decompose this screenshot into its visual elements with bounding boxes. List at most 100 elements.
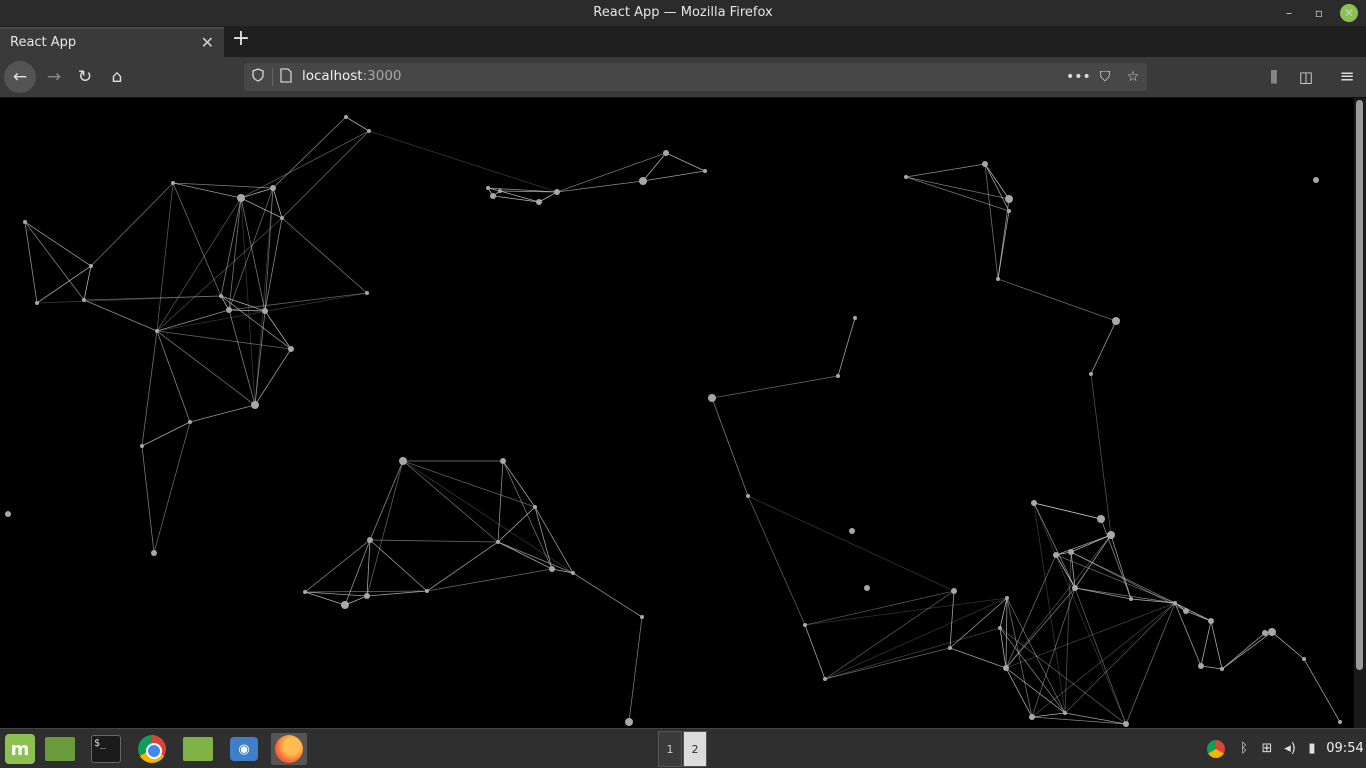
network-edge — [156, 217, 283, 332]
network-edge — [83, 265, 92, 301]
network-node — [486, 186, 490, 190]
network-node — [140, 444, 144, 448]
firefox-window-button[interactable] — [271, 733, 307, 765]
network-node — [1183, 608, 1189, 614]
network-node — [500, 458, 506, 464]
screenshot-launcher[interactable]: ◉ — [226, 733, 262, 765]
url-host: localhost — [302, 68, 363, 84]
forward-button[interactable]: → — [38, 61, 70, 93]
url-separator — [272, 68, 273, 86]
network-edge — [747, 495, 955, 592]
window-titlebar: React App — Mozilla Firefox – ▫ ✕ — [0, 0, 1366, 26]
desktop-icon — [45, 737, 75, 761]
network-node — [188, 420, 192, 424]
network-node — [1208, 618, 1214, 624]
show-desktop-button[interactable] — [42, 733, 78, 765]
pocket-icon[interactable]: ⛉ — [1094, 66, 1116, 88]
network-edge — [999, 627, 1007, 669]
network-edge — [36, 265, 92, 304]
chrome-icon — [138, 735, 166, 763]
battery-icon[interactable]: ▮ — [1303, 739, 1321, 759]
workspace-2-button[interactable]: 2 — [683, 731, 707, 767]
tab-react-app[interactable]: React App ✕ — [0, 27, 224, 57]
network-edge — [949, 647, 1007, 669]
network-edge — [141, 421, 191, 447]
taskbar: m $_ ◉ 1 2 ᛒ ⊞ ◂) ▮ 09:54 — [0, 728, 1366, 768]
network-node — [1097, 515, 1105, 523]
network-node — [1313, 177, 1319, 183]
back-button[interactable]: ← — [4, 61, 36, 93]
network-node — [364, 593, 370, 599]
network-node — [1072, 585, 1078, 591]
mint-menu-button[interactable]: m — [2, 733, 38, 765]
network-node — [1107, 531, 1115, 539]
home-button[interactable]: ⌂ — [101, 61, 133, 93]
reload-button[interactable]: ↻ — [69, 61, 101, 93]
network-edge — [153, 421, 191, 554]
vertical-scrollbar[interactable] — [1354, 98, 1366, 728]
new-tab-button[interactable]: + — [230, 28, 252, 52]
network-edge — [369, 539, 499, 543]
tab-label: React App — [10, 35, 77, 50]
minimize-button[interactable]: – — [1280, 4, 1298, 22]
page-actions-icon[interactable]: ••• — [1066, 66, 1091, 88]
network-node — [425, 589, 429, 593]
network-edge — [642, 170, 706, 182]
network-node — [219, 294, 223, 298]
bookmark-star-icon[interactable]: ☆ — [1122, 66, 1144, 88]
network-edge — [304, 590, 428, 593]
network-node — [496, 540, 500, 544]
hamburger-menu-icon[interactable]: ≡ — [1335, 65, 1359, 89]
network-node — [1262, 630, 1268, 636]
network-edge — [999, 597, 1008, 629]
network-edge — [281, 130, 370, 219]
network-edge — [240, 130, 370, 199]
page-info-icon[interactable] — [280, 68, 294, 85]
volume-icon[interactable]: ◂) — [1280, 739, 1300, 759]
network-edge — [1200, 665, 1223, 670]
bluetooth-icon[interactable]: ᛒ — [1236, 739, 1252, 759]
network-edge — [228, 292, 368, 311]
network-node — [1053, 552, 1059, 558]
chrome-launcher[interactable] — [134, 733, 170, 765]
network-edge — [1064, 712, 1127, 725]
network-node — [639, 177, 647, 185]
files-launcher[interactable] — [180, 733, 216, 765]
network-edge — [281, 217, 368, 294]
network-edge — [1174, 602, 1212, 622]
clock[interactable]: 09:54 — [1326, 739, 1364, 759]
url-text[interactable]: localhost:3000 — [302, 68, 402, 84]
network-edge — [24, 221, 38, 304]
network-edge — [499, 190, 540, 203]
network-node — [998, 626, 1002, 630]
scrollbar-thumb[interactable] — [1356, 100, 1363, 670]
network-node — [155, 329, 159, 333]
network-edge — [83, 295, 222, 301]
network-edge — [1031, 602, 1176, 718]
network-edge — [1185, 610, 1212, 622]
tab-close-icon[interactable]: ✕ — [201, 33, 214, 52]
maximize-button[interactable]: ▫ — [1310, 4, 1328, 22]
workspace-1-button[interactable]: 1 — [658, 731, 682, 767]
network-node — [367, 537, 373, 543]
network-edge — [1221, 631, 1273, 670]
sidebar-icon[interactable]: ◫ — [1294, 65, 1318, 89]
close-window-button[interactable]: ✕ — [1340, 4, 1358, 22]
network-node — [1007, 209, 1011, 213]
network-icon[interactable]: ⊞ — [1257, 739, 1277, 759]
library-icon[interactable]: ⫼ — [1262, 65, 1286, 89]
network-edge — [83, 299, 158, 332]
tracking-protection-icon[interactable] — [250, 68, 266, 84]
network-node — [982, 161, 988, 167]
network-node — [1112, 317, 1120, 325]
network-node — [864, 585, 870, 591]
network-edge — [24, 221, 92, 267]
folder-icon — [183, 737, 213, 761]
network-node — [1005, 195, 1013, 203]
terminal-launcher[interactable]: $_ — [88, 733, 124, 765]
network-edge — [497, 506, 536, 543]
url-bar[interactable]: localhost:3000 ••• ⛉ ☆ — [244, 63, 1147, 91]
network-edge — [1064, 602, 1176, 714]
tray-chrome-icon[interactable] — [1207, 739, 1227, 759]
network-edge — [402, 460, 536, 508]
